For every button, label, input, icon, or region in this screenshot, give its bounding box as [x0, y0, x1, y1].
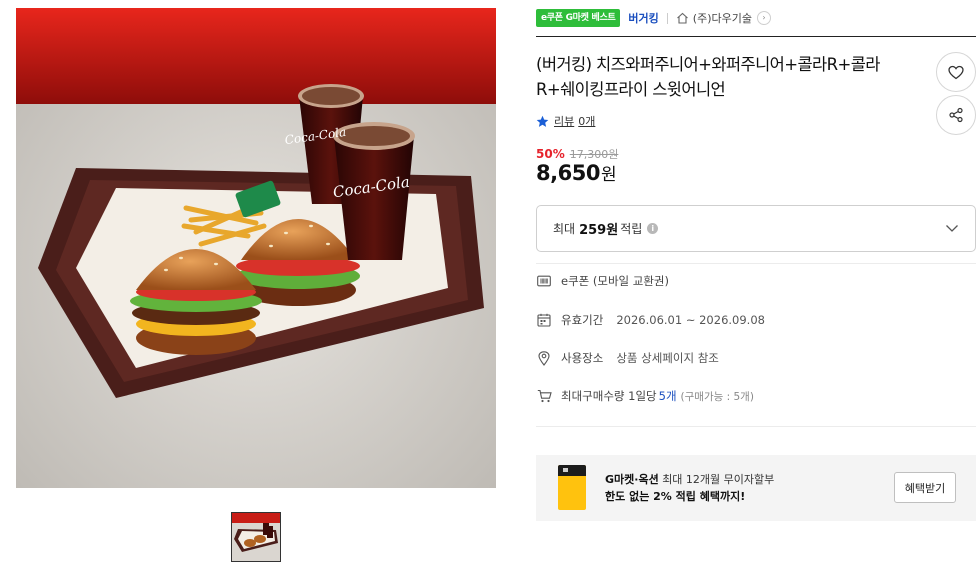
coupon-type-value: e쿠폰 (모바일 교환권): [561, 274, 669, 288]
section-divider: [536, 263, 976, 264]
star-icon: [536, 115, 549, 127]
validity-value: 2026.06.01 ~ 2026.09.08: [616, 313, 765, 327]
product-header-row: e쿠폰 G마켓 베스트 버거킹 (주)다우기술 ›: [536, 8, 771, 28]
seller-name: (주)다우기술: [692, 12, 752, 25]
section-divider: [536, 426, 976, 427]
cart-icon: [536, 388, 552, 404]
usage-place-row: 사용장소 상품 상세페이지 참조: [536, 349, 719, 367]
card-promo-line2: 한도 없는 2% 적립 혜택까지!: [605, 490, 746, 503]
main-product-image: Coca-Cola Coca-Cola: [16, 8, 496, 488]
thumbnail-1[interactable]: [231, 512, 281, 562]
credit-card-icon: [558, 465, 586, 510]
chevron-right-icon: ›: [756, 11, 771, 25]
points-suffix: 적립: [620, 222, 643, 236]
card-promo-banner: G마켓·옥션 최대 12개월 무이자할부 한도 없는 2% 적립 혜택까지! 혜…: [536, 455, 976, 521]
review-link[interactable]: 리뷰 0개: [536, 113, 595, 129]
coupon-type-row: e쿠폰 (모바일 교환권): [536, 272, 669, 290]
card-promo-line1: 최대 12개월 무이자할부: [662, 473, 775, 486]
divider: [666, 12, 668, 24]
discount-rate: 50%: [536, 147, 565, 161]
info-icon[interactable]: i: [647, 223, 659, 234]
header-divider: [536, 36, 976, 37]
price-row: 8,650 원: [536, 160, 617, 185]
card-promo-text: G마켓·옥션 최대 12개월 무이자할부 한도 없는 2% 적립 혜택까지!: [605, 471, 774, 505]
points-dropdown[interactable]: 최대 259원 적립 i: [536, 205, 976, 252]
seller-link[interactable]: (주)다우기술 ›: [676, 10, 771, 26]
purchase-limit-note: (구매가능 : 5개): [680, 390, 754, 403]
heart-icon: [948, 65, 964, 79]
usage-place-label: 사용장소: [561, 351, 604, 365]
brand-link[interactable]: 버거킹: [628, 10, 658, 26]
points-prefix: 최대: [553, 222, 576, 236]
validity-period-row: 유효기간 2026.06.01 ~ 2026.09.08: [536, 311, 765, 329]
purchase-limit-value: 5개: [658, 389, 677, 403]
validity-label: 유효기간: [561, 313, 604, 327]
barcode-ticket-icon: [536, 273, 552, 289]
sale-price: 8,650: [536, 161, 600, 185]
get-benefit-button[interactable]: 혜택받기: [894, 472, 956, 503]
share-icon: [949, 107, 963, 123]
usage-place-value: 상품 상세페이지 참조: [616, 351, 719, 365]
review-count: 0개: [578, 115, 596, 128]
currency-unit: 원: [600, 165, 617, 185]
product-title: (버거킹) 치즈와퍼주니어+와퍼주니어+콜라R+콜라R+쉐이킹프라이 스윗어니언: [536, 55, 880, 99]
chevron-down-icon: [946, 225, 958, 232]
card-promo-brand: G마켓·옥션: [605, 473, 659, 486]
purchase-limit-row: 최대구매수량 1일당 5개 (구매가능 : 5개): [536, 387, 754, 405]
calendar-icon: [536, 312, 552, 328]
location-pin-icon: [536, 350, 552, 366]
home-icon: [676, 12, 688, 24]
points-amount: 259원: [579, 223, 619, 238]
wish-button[interactable]: [936, 52, 976, 92]
purchase-limit-label: 최대구매수량 1일당: [561, 389, 657, 403]
best-badge: e쿠폰 G마켓 베스트: [536, 9, 621, 27]
share-button[interactable]: [936, 95, 976, 135]
review-label: 리뷰: [554, 115, 575, 128]
